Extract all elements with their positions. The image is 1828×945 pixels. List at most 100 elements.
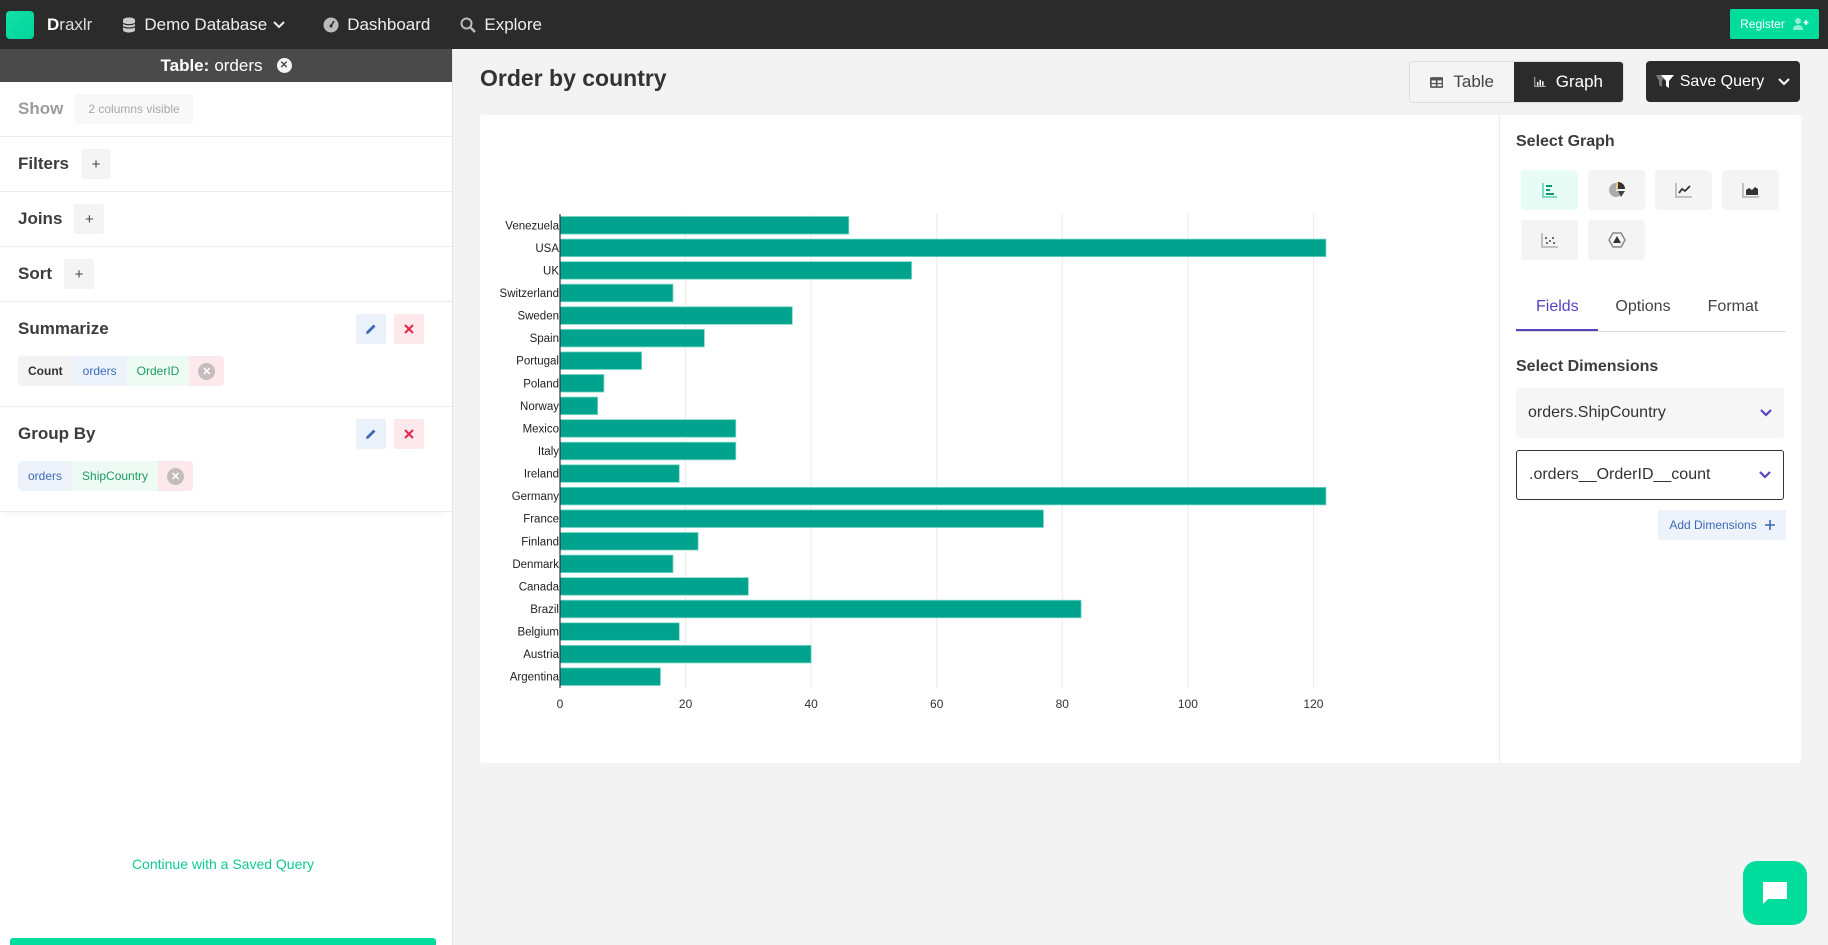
register-button[interactable]: Register (1730, 9, 1819, 39)
aggregate-chip: Count (18, 356, 73, 386)
remove-summarize-chip[interactable]: ✕ (189, 356, 225, 386)
chart-type-grid (1521, 170, 1779, 260)
bar-brazil (559, 599, 1082, 619)
y-tick-label: Italy (538, 446, 559, 458)
y-tick-label: Mexico (523, 423, 559, 435)
register-label: Register (1740, 17, 1785, 31)
close-circle-icon: ✕ (167, 467, 185, 485)
brand-name: Draxlr (47, 14, 93, 34)
chart-type-area[interactable] (1722, 170, 1779, 210)
chevron-down-icon (1759, 471, 1771, 479)
nav-explore[interactable]: Explore (460, 15, 542, 35)
tab-options[interactable]: Options (1598, 295, 1688, 331)
dimension-1-value: orders.ShipCountry (1528, 404, 1666, 421)
chat-widget-button[interactable] (1743, 861, 1807, 925)
bar-ireland (559, 464, 680, 483)
table-view-button[interactable]: Table (1410, 62, 1514, 102)
close-table-icon[interactable]: ✕ (276, 58, 292, 73)
execute-query-button[interactable]: Execute Query (10, 938, 436, 945)
group-by-section: Group By orders ShipCountry ✕ (0, 407, 452, 512)
bar-germany (559, 486, 1327, 506)
x-tick-label: 0 (557, 697, 564, 711)
chart-type-radar[interactable] (1588, 220, 1645, 260)
add-dimensions-label: Add Dimensions (1669, 518, 1757, 532)
filters-label: Filters (18, 154, 70, 173)
graph-view-button[interactable]: Graph (1514, 62, 1623, 102)
column-chip: ShipCountry (72, 461, 159, 491)
add-dimensions-button[interactable]: Add Dimensions (1658, 510, 1786, 540)
add-sort-button[interactable]: + (64, 259, 94, 289)
table-chip: orders (72, 356, 127, 386)
bar-argentina (559, 667, 661, 686)
y-tick-label: USA (535, 243, 559, 255)
add-join-button[interactable]: + (74, 204, 105, 234)
table-icon (1430, 76, 1444, 88)
columns-visible-button[interactable]: 2 columns visible (75, 94, 193, 124)
y-tick-label: UK (543, 265, 559, 277)
bar-france (559, 509, 1044, 528)
y-tick-label: Austria (523, 649, 559, 661)
column-chip: OrderID (126, 356, 190, 386)
bar-uk (559, 261, 913, 280)
database-selector[interactable]: Demo Database (122, 15, 293, 35)
select-dimensions-title: Select Dimensions (1516, 358, 1659, 375)
summarize-chip[interactable]: Count orders OrderID ✕ (18, 356, 225, 386)
nav-dashboard[interactable]: Dashboard (323, 15, 430, 35)
table-chip: orders (18, 461, 73, 491)
remove-summarize-button[interactable] (394, 314, 424, 344)
chart-type-line[interactable] (1655, 170, 1712, 210)
close-circle-icon: ✕ (198, 362, 216, 380)
tab-format[interactable]: Format (1688, 295, 1778, 331)
pencil-icon (366, 429, 376, 439)
brand-logo[interactable]: Draxlr (6, 10, 93, 39)
edit-group-by-button[interactable] (356, 419, 386, 449)
plus-icon (1764, 520, 1775, 530)
chart-type-scatter[interactable] (1521, 220, 1578, 260)
close-icon (404, 324, 414, 334)
x-tick-label: 80 (1056, 697, 1070, 711)
gauge-icon (323, 17, 339, 32)
joins-section: Joins + (0, 192, 452, 247)
bar-austria (559, 644, 812, 664)
horizontal-bar-chart-icon (1541, 183, 1557, 198)
show-label: Show (18, 99, 64, 118)
chevron-down-icon (1760, 409, 1772, 417)
chart-card: 0 20 40 60 80 100 120 Venezuela USA UK Switzerland… (480, 115, 1801, 763)
y-tick-label: Venezuela (505, 220, 559, 232)
y-tick-label: Poland (523, 378, 559, 390)
nav-explore-label: Explore (484, 14, 542, 34)
bar-poland (559, 374, 605, 393)
y-tick-label: Denmark (512, 559, 559, 571)
summarize-section: Summarize Count orders OrderID ✕ (0, 302, 452, 407)
y-tick-label: Germany (512, 491, 560, 503)
bar-chart-icon (1534, 76, 1546, 87)
sidebar-divider (452, 49, 453, 945)
dimension-select-2[interactable]: .orders__OrderID__count (1516, 450, 1784, 500)
edit-summarize-button[interactable] (356, 314, 386, 344)
add-filter-button[interactable]: + (81, 149, 112, 179)
chevron-down-icon (273, 20, 285, 28)
group-by-chip[interactable]: orders ShipCountry ✕ (18, 461, 194, 491)
pencil-icon (366, 324, 376, 334)
database-name: Demo Database (144, 14, 268, 34)
save-query-button[interactable]: Save Query (1646, 61, 1800, 102)
graph-settings-tabs: Fields Options Format (1516, 295, 1786, 332)
chart-type-bar[interactable] (1521, 170, 1578, 210)
continue-saved-query-link[interactable]: Continue with a Saved Query (0, 856, 446, 872)
y-tick-label: Belgium (517, 627, 559, 639)
show-section: Show 2 columns visible (0, 82, 452, 137)
logo-icon (6, 10, 34, 39)
dimension-select-1[interactable]: orders.ShipCountry (1516, 388, 1784, 438)
bar-usa (559, 238, 1327, 258)
radar-chart-icon (1607, 232, 1626, 248)
y-tick-label: Spain (530, 333, 559, 345)
remove-group-by-button[interactable] (394, 419, 424, 449)
sort-section: Sort + (0, 247, 452, 302)
remove-group-by-chip[interactable]: ✕ (158, 461, 194, 491)
tab-fields[interactable]: Fields (1516, 295, 1598, 331)
bar-denmark (559, 554, 674, 574)
chart-type-pie[interactable] (1588, 170, 1645, 210)
x-tick-label: 100 (1178, 697, 1198, 711)
y-tick-label: Finland (521, 536, 559, 548)
table-header: Table: orders ✕ (0, 49, 452, 82)
